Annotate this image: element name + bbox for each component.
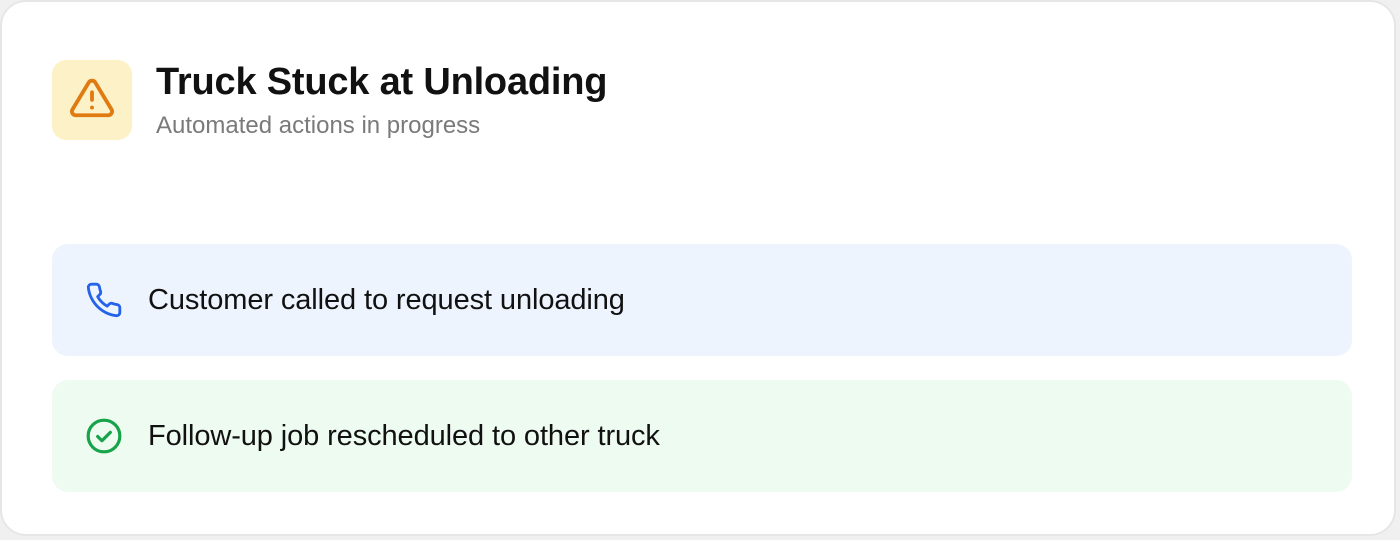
alert-subtitle: Automated actions in progress [156,112,481,139]
action-item-customer-call: Customer called to request unloading [52,244,1352,356]
phone-icon [84,280,124,320]
action-label: Follow-up job rescheduled to other truck [148,419,660,452]
alert-titles: Truck Stuck at Unloading Automated actio… [156,60,607,142]
alert-header: Truck Stuck at Unloading Automated actio… [52,60,607,142]
action-label: Customer called to request unloading [148,283,625,316]
alert-icon-tile [52,60,132,140]
action-item-job-rescheduled: Follow-up job rescheduled to other truck [52,380,1352,492]
alert-card: Truck Stuck at Unloading Automated actio… [0,0,1396,536]
warning-triangle-icon [69,75,115,126]
alert-title: Truck Stuck at Unloading [156,61,608,103]
check-circle-icon [84,416,124,456]
